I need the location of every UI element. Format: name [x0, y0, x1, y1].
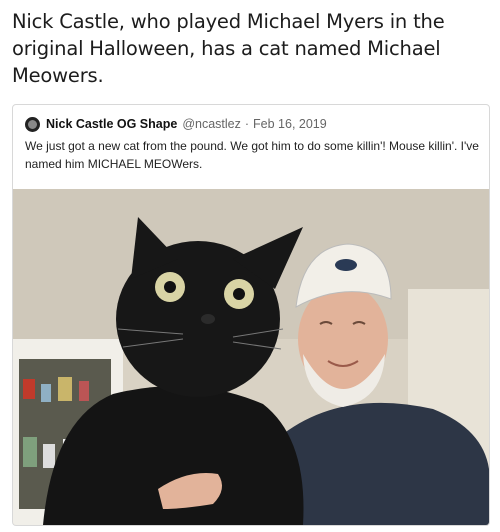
photo-bottle — [43, 444, 55, 468]
post-caption: Nick Castle, who played Michael Myers in… — [12, 10, 445, 87]
photo-cap-logo — [335, 259, 357, 271]
tweet-handle[interactable]: @ncastlez — [182, 117, 241, 131]
photo-cat-nose — [201, 314, 215, 324]
tweet-date[interactable]: Feb 16, 2019 — [253, 117, 327, 131]
photo-cat-pupil — [233, 288, 245, 300]
photo-bottle — [23, 379, 35, 399]
photo-cat-pupil — [164, 281, 176, 293]
profile-avatar[interactable] — [25, 116, 40, 132]
embedded-tweet-card[interactable]: Nick Castle OG Shape @ncastlez · Feb 16,… — [12, 104, 490, 526]
photo-bottle — [79, 381, 89, 401]
tweet-text: We just got a new cat from the pound. We… — [25, 139, 479, 171]
tweet-separator: · — [244, 117, 250, 131]
tweet-header: Nick Castle OG Shape @ncastlez · Feb 16,… — [25, 115, 479, 133]
tweet-display-name[interactable]: Nick Castle OG Shape — [46, 117, 177, 131]
photo-bottle — [41, 384, 51, 402]
tweet-photo[interactable] — [13, 189, 489, 525]
photo-bottle — [23, 437, 37, 467]
photo-bottle — [58, 377, 72, 401]
